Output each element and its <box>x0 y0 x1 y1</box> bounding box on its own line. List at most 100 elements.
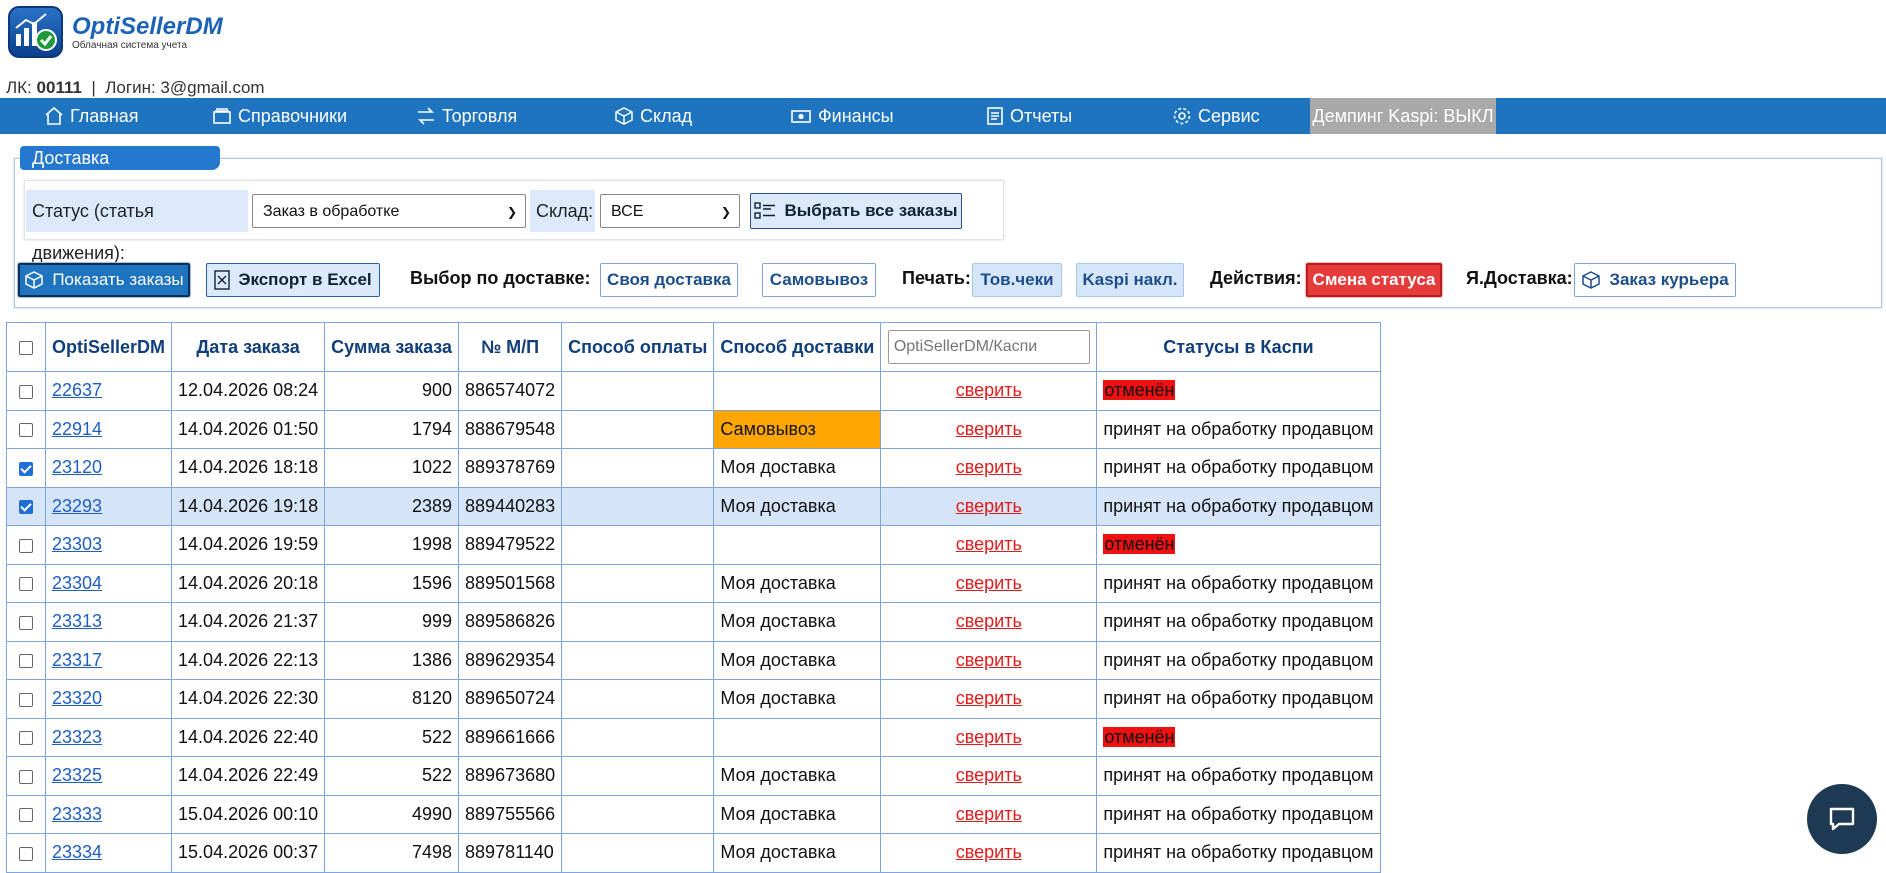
row-checkbox[interactable] <box>19 538 33 553</box>
col-header-sum[interactable]: Сумма заказа <box>324 322 460 372</box>
change-status-button[interactable]: Смена статуса <box>1306 263 1442 297</box>
verify-link[interactable]: сверить <box>956 611 1022 631</box>
chat-widget-button[interactable] <box>1807 784 1877 854</box>
row-checkbox[interactable] <box>19 461 33 476</box>
nav-item-finance[interactable]: Финансы <box>790 98 894 134</box>
table-row[interactable]: 22637 12.04.2026 08:24 900 886574072 сверить… <box>6 371 1381 411</box>
receipts-button[interactable]: Тов.чеки <box>972 263 1062 297</box>
table-row[interactable]: 23293 14.04.2026 19:18 2389 889440283 Моя до… <box>6 486 1381 526</box>
dumping-status[interactable]: Демпинг Kaspi: ВЫКЛ <box>1310 98 1496 134</box>
order-id-link[interactable]: 23120 <box>52 457 102 477</box>
row-checkbox-cell <box>6 833 46 873</box>
verify-link[interactable]: сверить <box>956 765 1022 785</box>
order-delivery <box>713 371 882 411</box>
order-id-link[interactable]: 23333 <box>52 804 102 824</box>
verify-cell: сверить <box>880 833 1098 873</box>
col-header-mp[interactable]: № М/П <box>458 322 563 372</box>
verify-link[interactable]: сверить <box>956 727 1022 747</box>
verify-link[interactable]: сверить <box>956 650 1022 670</box>
col-header-optiseller[interactable]: OptiSellerDM <box>44 322 173 372</box>
nav-item-home[interactable]: Главная <box>44 98 139 134</box>
verify-link[interactable]: сверить <box>956 688 1022 708</box>
nav-item-references[interactable]: Справочники <box>212 98 347 134</box>
select-all-orders-button[interactable]: Выбрать все заказы <box>750 193 962 229</box>
verify-link[interactable]: сверить <box>956 380 1022 400</box>
verify-link[interactable]: сверить <box>956 804 1022 824</box>
row-checkbox[interactable] <box>19 500 33 514</box>
table-row[interactable]: 23333 15.04.2026 00:10 4990 889755566 Моя до… <box>6 794 1381 834</box>
order-id-cell: 23313 <box>44 602 173 642</box>
verify-link[interactable]: сверить <box>956 534 1022 554</box>
order-id-link[interactable]: 23323 <box>52 727 102 747</box>
verify-link[interactable]: сверить <box>956 496 1022 516</box>
app-logo[interactable]: OptiSellerDM Облачная система учета <box>8 6 223 58</box>
order-id-link[interactable]: 23304 <box>52 573 102 593</box>
order-mp-number: 889440283 <box>458 486 563 526</box>
kaspi-status-cell: принят на обработку продавцом <box>1096 602 1381 642</box>
order-delivery: Моя доставка <box>713 486 882 526</box>
select-all-checkbox[interactable] <box>19 340 33 355</box>
table-row[interactable]: 23334 15.04.2026 00:37 7498 889781140 Моя до… <box>6 833 1381 873</box>
order-delivery: Моя доставка <box>713 756 882 796</box>
verify-link[interactable]: сверить <box>956 457 1022 477</box>
courier-order-button[interactable]: Заказ курьера <box>1574 263 1736 297</box>
order-id-link[interactable]: 23334 <box>52 842 102 862</box>
own-delivery-button[interactable]: Своя доставка <box>600 263 738 297</box>
kaspi-status-cell: отменён <box>1096 371 1381 411</box>
col-header-date[interactable]: Дата заказа <box>171 322 326 372</box>
lk-label: ЛК: <box>6 78 32 97</box>
chat-bubble-icon <box>1829 807 1855 831</box>
col-header-payment[interactable]: Способ оплаты <box>561 322 715 372</box>
show-orders-button[interactable]: Показать заказы <box>18 263 190 297</box>
verify-link[interactable]: сверить <box>956 419 1022 439</box>
kaspi-invoices-button[interactable]: Kaspi накл. <box>1076 263 1184 297</box>
table-row[interactable]: 23120 14.04.2026 18:18 1022 889378769 Моя до… <box>6 448 1381 488</box>
row-checkbox[interactable] <box>19 615 33 630</box>
table-row[interactable]: 23303 14.04.2026 19:59 1998 889479522 сверит… <box>6 525 1381 565</box>
status-select[interactable]: Заказ в обработке ❯ <box>252 194 526 228</box>
kaspi-status-text: принят на обработку продавцом <box>1103 572 1374 593</box>
order-id-link[interactable]: 22914 <box>52 419 102 439</box>
verify-link[interactable]: сверить <box>956 842 1022 862</box>
pickup-button[interactable]: Самовывоз <box>762 263 876 297</box>
col-header-kaspi-status[interactable]: Статусы в Каспи <box>1096 322 1381 372</box>
order-id-link[interactable]: 23325 <box>52 765 102 785</box>
order-id-link[interactable]: 23320 <box>52 688 102 708</box>
export-excel-label: Экспорт в Excel <box>238 270 372 289</box>
col-header-delivery[interactable]: Способ доставки <box>713 322 882 372</box>
kaspi-status-cell: принят на обработку продавцом <box>1096 640 1381 680</box>
order-id-link[interactable]: 23317 <box>52 650 102 670</box>
table-row[interactable]: 23313 14.04.2026 21:37 999 889586826 Моя дос… <box>6 602 1381 642</box>
verify-link[interactable]: сверить <box>956 573 1022 593</box>
row-checkbox[interactable] <box>19 577 33 591</box>
row-checkbox[interactable] <box>19 846 33 861</box>
order-id-link[interactable]: 23293 <box>52 496 102 516</box>
nav-label-reports: Отчеты <box>1010 106 1073 126</box>
nav-item-service[interactable]: Сервис <box>1172 98 1260 134</box>
row-checkbox[interactable] <box>19 423 33 437</box>
table-row[interactable]: 23323 14.04.2026 22:40 522 889661666 сверить… <box>6 717 1381 757</box>
nav-item-reports[interactable]: Отчеты <box>986 98 1072 134</box>
row-checkbox[interactable] <box>19 692 33 707</box>
table-row[interactable]: 23304 14.04.2026 20:18 1596 889501568 Моя до… <box>6 563 1381 603</box>
order-search-input[interactable] <box>887 330 1090 364</box>
order-id-link[interactable]: 23313 <box>52 611 102 631</box>
table-row[interactable]: 23325 14.04.2026 22:49 522 889673680 Моя дос… <box>6 756 1381 796</box>
row-checkbox-cell <box>6 448 46 488</box>
row-checkbox[interactable] <box>19 384 33 399</box>
swap-icon <box>418 107 434 125</box>
table-row[interactable]: 23320 14.04.2026 22:30 8120 889650724 Моя до… <box>6 679 1381 719</box>
row-checkbox[interactable] <box>19 769 33 784</box>
export-excel-button[interactable]: Экспорт в Excel <box>206 263 380 297</box>
table-row[interactable]: 23317 14.04.2026 22:13 1386 889629354 Моя до… <box>6 640 1381 680</box>
order-id-link[interactable]: 22637 <box>52 380 102 400</box>
nav-item-trade[interactable]: Торговля <box>416 98 517 134</box>
row-checkbox[interactable] <box>19 731 33 745</box>
warehouse-select[interactable]: ВСЕ ❯ <box>600 194 740 228</box>
order-id-link[interactable]: 23303 <box>52 534 102 554</box>
row-checkbox[interactable] <box>19 808 33 822</box>
warehouse-select-value: ВСЕ <box>611 203 644 220</box>
nav-item-warehouse[interactable]: Склад <box>614 98 692 134</box>
table-row[interactable]: 22914 14.04.2026 01:50 1794 888679548 Самовы… <box>6 409 1381 449</box>
row-checkbox[interactable] <box>19 654 33 668</box>
